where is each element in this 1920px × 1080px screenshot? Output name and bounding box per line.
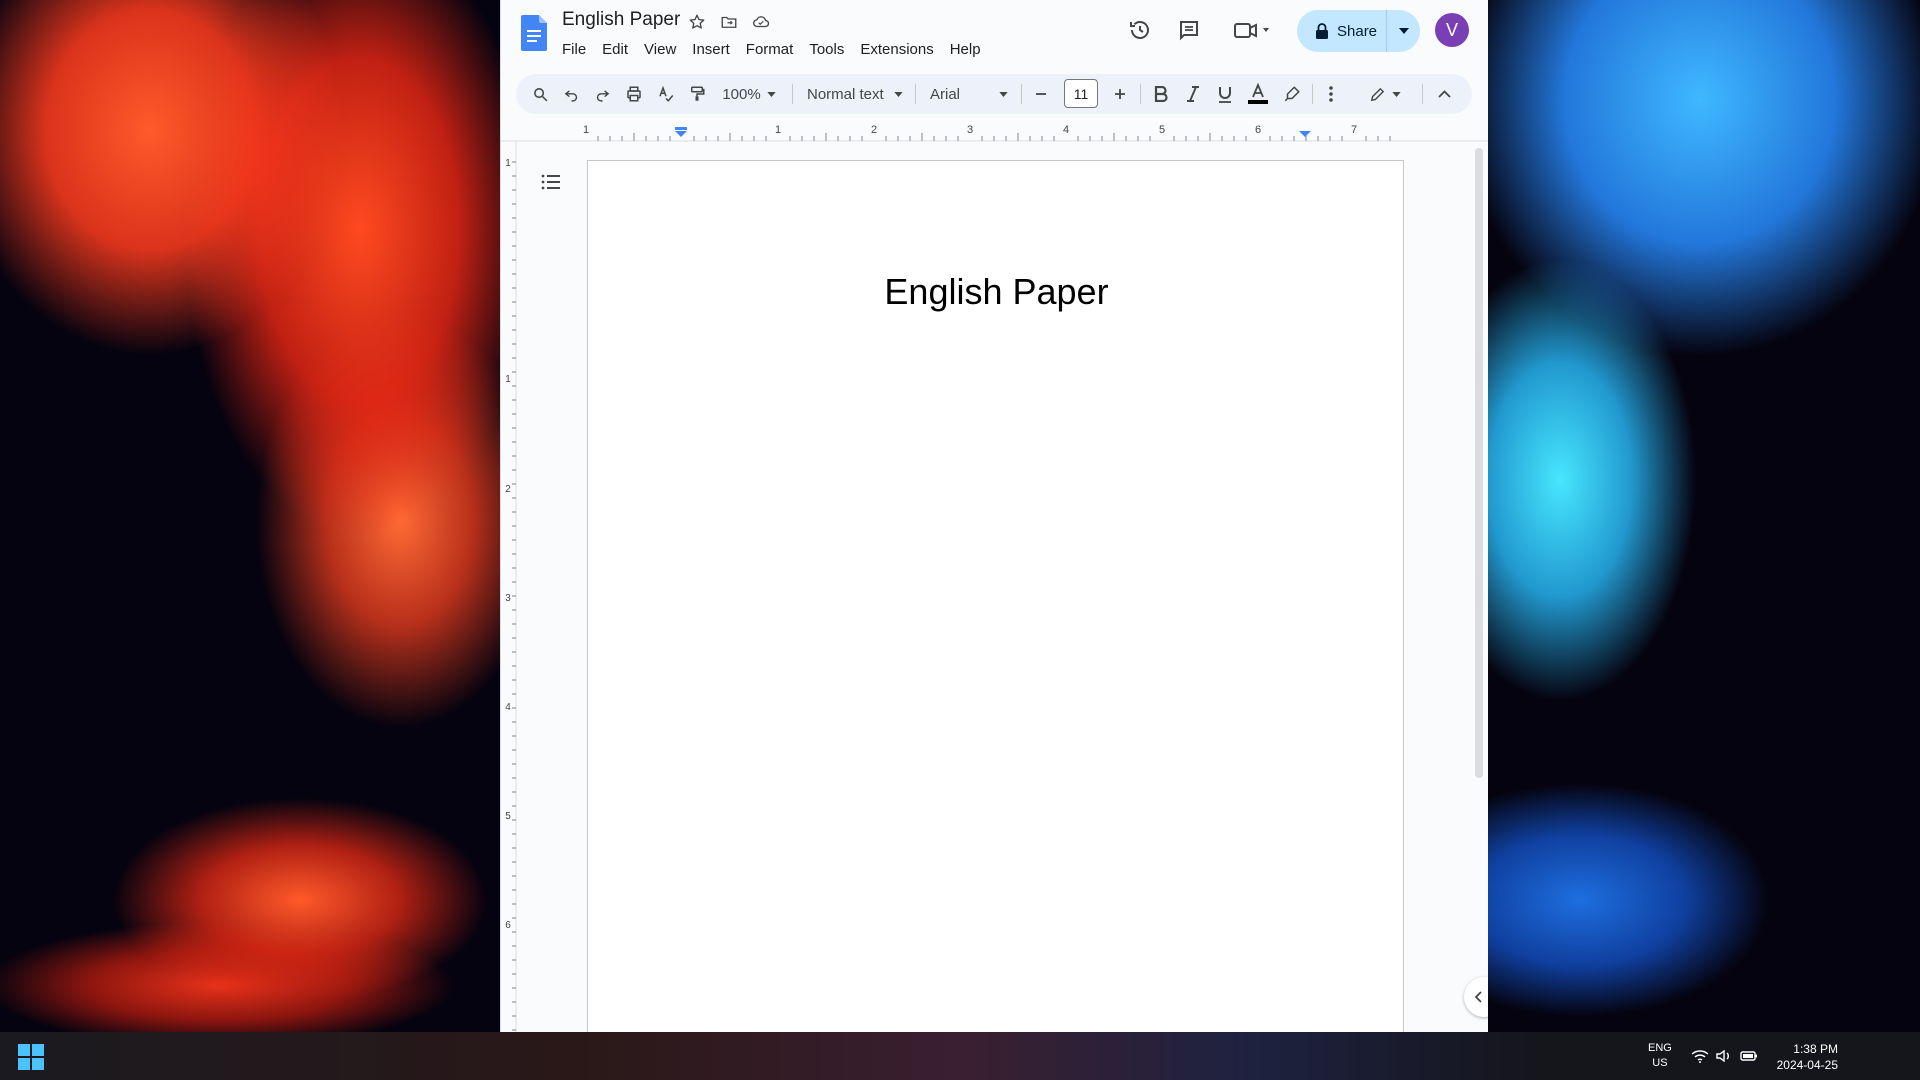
document-outline-icon[interactable] xyxy=(539,170,563,194)
document-title[interactable]: English Paper xyxy=(562,9,680,31)
document-page[interactable]: English Paper xyxy=(587,160,1404,1032)
lock-icon xyxy=(1316,23,1328,39)
clock-date: 2024-04-25 xyxy=(1776,1058,1838,1072)
zoom-value: 100% xyxy=(722,85,761,103)
paint-format-icon[interactable] xyxy=(683,78,711,110)
chevron-down-icon xyxy=(1392,91,1401,97)
chevron-down-icon xyxy=(767,91,776,97)
toolbar-divider xyxy=(792,84,793,104)
side-panel-toggle[interactable] xyxy=(1464,977,1488,1017)
account-avatar[interactable]: V xyxy=(1435,13,1469,47)
pencil-icon xyxy=(1370,87,1385,101)
chevron-down-icon xyxy=(999,91,1008,97)
spellcheck-icon[interactable] xyxy=(652,78,680,110)
clock[interactable]: 1:38 PM 2024-04-25 xyxy=(1772,1041,1838,1073)
hide-menus-icon[interactable] xyxy=(1430,78,1458,110)
toolbar-divider xyxy=(1021,84,1022,104)
share-options-caret[interactable] xyxy=(1387,10,1420,52)
language-code: ENG xyxy=(1648,1042,1672,1054)
chevron-down-icon xyxy=(894,91,903,97)
clock-time: 1:38 PM xyxy=(1793,1042,1838,1056)
meet-video-icon[interactable] xyxy=(1229,14,1275,46)
document-canvas[interactable]: English Paper xyxy=(501,142,1488,1032)
toolbar-divider xyxy=(1140,84,1141,104)
keyboard-layout: US xyxy=(1652,1057,1668,1069)
text-color-icon[interactable] xyxy=(1244,78,1272,110)
menu-edit[interactable]: Edit xyxy=(594,39,636,61)
left-indent-marker[interactable] xyxy=(675,127,687,137)
editing-mode-select[interactable] xyxy=(1362,78,1408,110)
ruler-mark: 6 xyxy=(1255,124,1261,136)
share-button[interactable]: Share xyxy=(1297,10,1420,52)
paragraph-style-value: Normal text xyxy=(807,85,884,103)
toolbar-divider xyxy=(1312,84,1313,104)
decrease-font-size-button[interactable] xyxy=(1028,78,1054,110)
version-history-icon[interactable] xyxy=(1124,14,1156,46)
wifi-icon[interactable] xyxy=(1690,1046,1710,1066)
menu-extensions[interactable]: Extensions xyxy=(852,39,941,61)
google-docs-window: English Paper File Edit View Insert Form… xyxy=(500,0,1488,1032)
paragraph-style-select[interactable]: Normal text xyxy=(801,78,909,110)
ruler-mark: 1 xyxy=(583,124,589,136)
formatting-toolbar: 100% Normal text Arial 11 xyxy=(516,74,1472,114)
font-family-select[interactable]: Arial xyxy=(924,78,1014,110)
star-icon[interactable] xyxy=(686,11,708,33)
share-label: Share xyxy=(1337,22,1378,40)
windows-start-icon[interactable] xyxy=(18,1044,44,1070)
horizontal-ruler[interactable]: 1 1 2 3 4 5 6 7 xyxy=(501,120,1488,142)
chevron-left-icon xyxy=(1474,991,1482,1003)
move-folder-icon[interactable] xyxy=(718,11,740,33)
minus-icon xyxy=(1036,93,1046,95)
menu-file[interactable]: File xyxy=(562,39,594,61)
document-heading[interactable]: English Paper xyxy=(588,271,1405,313)
ruler-mark: 5 xyxy=(1159,124,1165,136)
plus-icon xyxy=(1115,89,1125,99)
vertical-scrollbar[interactable] xyxy=(1475,148,1483,778)
undo-icon[interactable] xyxy=(557,78,585,110)
ruler-mark: 1 xyxy=(775,124,781,136)
ruler-mark: 3 xyxy=(967,124,973,136)
docs-logo-icon[interactable] xyxy=(521,14,547,52)
comments-icon[interactable] xyxy=(1173,14,1205,46)
menu-format[interactable]: Format xyxy=(738,39,802,61)
search-menus-icon[interactable] xyxy=(526,78,554,110)
highlight-color-icon[interactable] xyxy=(1278,78,1306,110)
ruler-mark: 7 xyxy=(1351,124,1357,136)
font-size-input[interactable]: 11 xyxy=(1064,79,1098,108)
title-bar: English Paper File Edit View Insert Form… xyxy=(501,0,1488,68)
battery-icon[interactable] xyxy=(1739,1046,1759,1066)
zoom-select[interactable]: 100% xyxy=(716,78,782,110)
menu-help[interactable]: Help xyxy=(942,39,989,61)
toolbar-divider xyxy=(915,84,916,104)
chevron-down-icon xyxy=(1398,28,1409,34)
share-main-button[interactable]: Share xyxy=(1297,10,1387,52)
increase-font-size-button[interactable] xyxy=(1107,78,1133,110)
more-options-icon[interactable] xyxy=(1318,78,1344,110)
italic-icon[interactable] xyxy=(1180,78,1206,110)
menu-bar: File Edit View Insert Format Tools Exten… xyxy=(562,39,989,61)
menu-tools[interactable]: Tools xyxy=(801,39,852,61)
menu-view[interactable]: View xyxy=(636,39,684,61)
bold-icon[interactable] xyxy=(1148,78,1174,110)
ruler-mark: 2 xyxy=(871,124,877,136)
toolbar-divider xyxy=(1422,84,1423,104)
right-indent-marker[interactable] xyxy=(1299,131,1311,137)
font-family-value: Arial xyxy=(930,85,961,103)
volume-icon[interactable] xyxy=(1714,1046,1734,1066)
cloud-saved-icon[interactable] xyxy=(750,11,772,33)
print-icon[interactable] xyxy=(620,78,648,110)
ruler-mark: 4 xyxy=(1063,124,1069,136)
redo-icon[interactable] xyxy=(588,78,616,110)
taskbar: ENG US 1:38 PM 2024-04-25 xyxy=(0,1032,1920,1080)
input-language-indicator[interactable]: ENG US xyxy=(1648,1041,1672,1071)
menu-insert[interactable]: Insert xyxy=(684,39,738,61)
underline-icon[interactable] xyxy=(1212,78,1238,110)
